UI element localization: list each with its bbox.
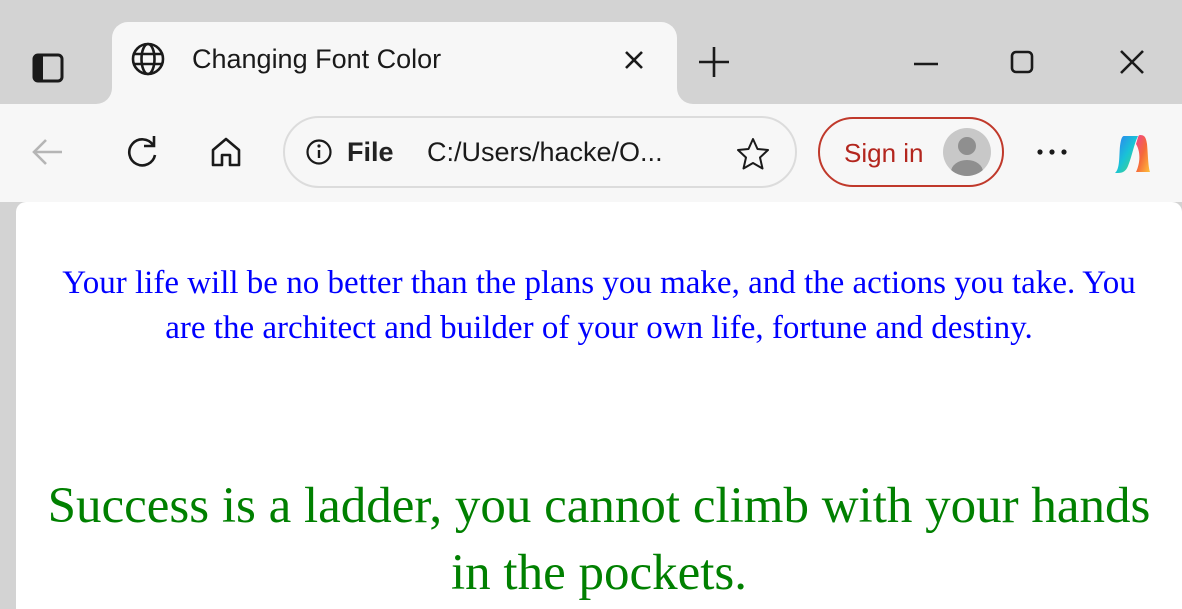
plus-icon bbox=[699, 47, 729, 77]
sign-in-label: Sign in bbox=[844, 138, 924, 168]
site-info-label[interactable]: File bbox=[347, 137, 394, 168]
quote-blue-text: Your life will be no better than the pla… bbox=[62, 265, 1136, 346]
page-content: Your life will be no better than the pla… bbox=[16, 202, 1182, 609]
close-icon bbox=[625, 51, 643, 69]
tab-actions-icon bbox=[32, 53, 64, 83]
refresh-icon bbox=[127, 136, 157, 167]
copilot-icon bbox=[1115, 135, 1150, 173]
globe-icon bbox=[131, 42, 165, 76]
sign-in-button[interactable]: Sign in bbox=[818, 117, 1004, 187]
home-icon bbox=[211, 137, 241, 167]
close-tab-button[interactable] bbox=[618, 44, 650, 76]
url-text[interactable]: C:/Users/hacke/O... bbox=[427, 137, 663, 168]
close-icon bbox=[1120, 50, 1144, 74]
avatar bbox=[943, 128, 991, 176]
person-icon bbox=[951, 137, 983, 176]
tab-actions-button[interactable] bbox=[24, 44, 72, 92]
address-bar[interactable]: File C:/Users/hacke/O... bbox=[283, 116, 797, 188]
home-button[interactable] bbox=[204, 130, 248, 174]
browser-toolbar: File C:/Users/hacke/O... Sign in bbox=[0, 104, 1182, 202]
more-icon bbox=[1037, 149, 1067, 155]
copilot-button[interactable] bbox=[1110, 132, 1154, 176]
minimize-icon bbox=[914, 62, 938, 66]
more-options-button[interactable] bbox=[1030, 130, 1074, 174]
browser-window: Changing Font Color File C:/Users/hacke/… bbox=[0, 0, 1182, 609]
maximize-icon bbox=[1010, 50, 1034, 74]
active-tab[interactable]: Changing Font Color bbox=[112, 22, 677, 104]
quote-green-text: Success is a ladder, you cannot climb wi… bbox=[47, 478, 1151, 601]
minimize-button[interactable] bbox=[904, 40, 948, 84]
tab-title: Changing Font Color bbox=[192, 44, 442, 74]
info-icon[interactable] bbox=[305, 138, 333, 166]
refresh-button[interactable] bbox=[120, 130, 164, 174]
back-arrow-icon bbox=[32, 139, 62, 165]
star-icon[interactable] bbox=[735, 136, 771, 172]
back-button[interactable] bbox=[26, 130, 70, 174]
maximize-button[interactable] bbox=[1000, 40, 1044, 84]
new-tab-button[interactable] bbox=[694, 42, 734, 82]
tab-strip: Changing Font Color bbox=[0, 0, 1182, 104]
close-window-button[interactable] bbox=[1110, 40, 1154, 84]
